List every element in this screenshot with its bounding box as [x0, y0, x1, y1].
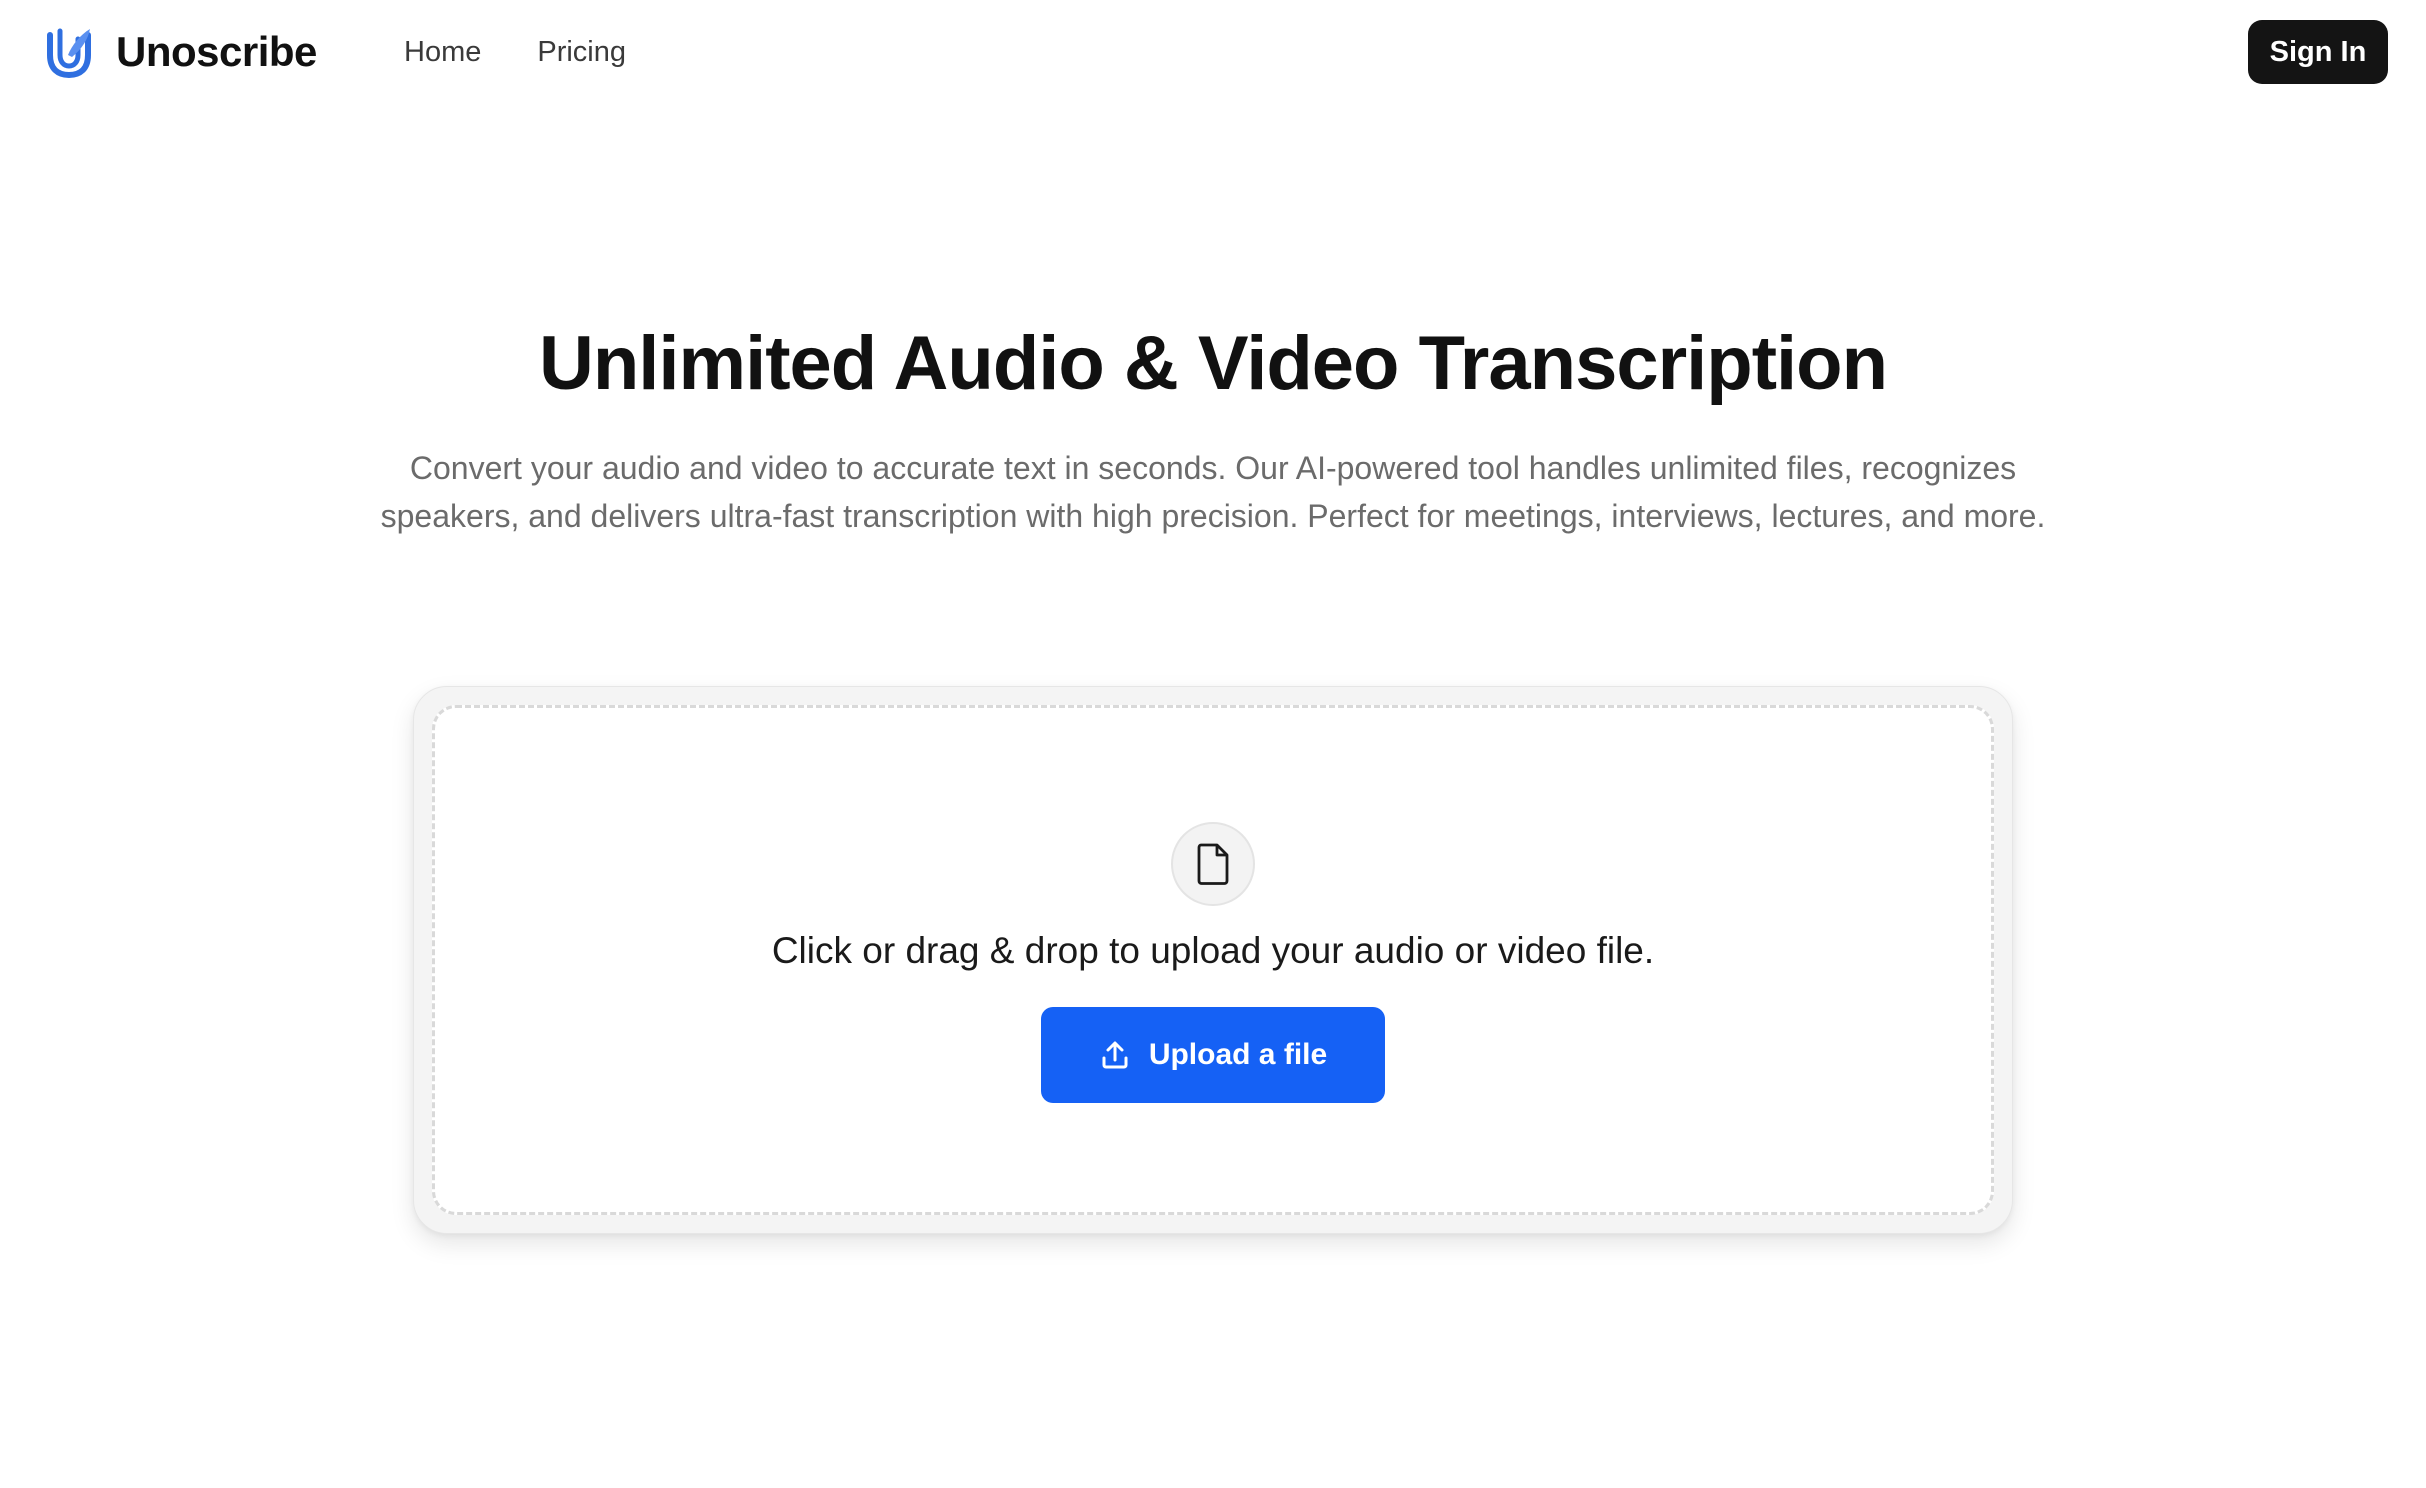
file-icon-badge: [1171, 822, 1255, 906]
brand-home-link[interactable]: Unoscribe: [44, 24, 317, 80]
hero-description: Convert your audio and video to accurate…: [380, 450, 2046, 534]
brand-name: Unoscribe: [116, 28, 317, 75]
nav-link-home[interactable]: Home: [404, 36, 481, 69]
file-icon: [1197, 843, 1229, 885]
file-dropzone[interactable]: Click or drag & drop to upload your audi…: [432, 705, 1994, 1215]
page-title: Unlimited Audio & Video Transcription: [539, 321, 1888, 406]
top-navbar: Unoscribe Home Pricing Sign In: [0, 0, 2426, 104]
unoscribe-logo-icon: [47, 28, 91, 79]
upload-file-button[interactable]: Upload a file: [1041, 1007, 1385, 1103]
upload-card: Click or drag & drop to upload your audi…: [413, 686, 2013, 1234]
sign-in-button[interactable]: Sign In: [2248, 20, 2388, 84]
nav-link-pricing[interactable]: Pricing: [537, 36, 626, 69]
main-nav: Home Pricing: [404, 28, 626, 76]
upload-icon: [1102, 1041, 1128, 1069]
upload-prompt: Click or drag & drop to upload your audi…: [771, 930, 1655, 971]
upload-button-label: Upload a file: [1148, 1038, 1328, 1071]
